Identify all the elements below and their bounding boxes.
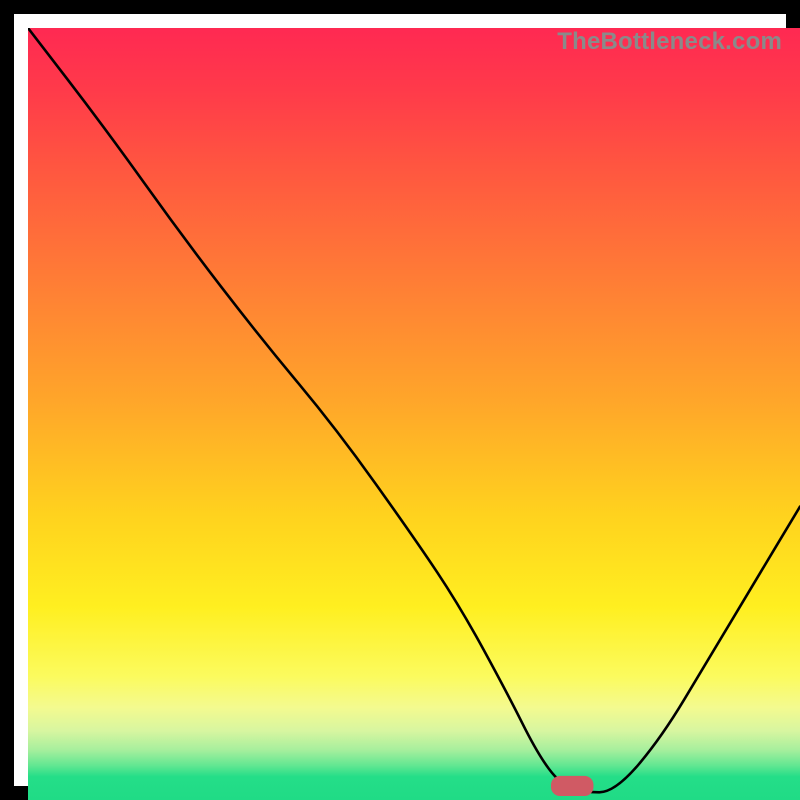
plot-area: TheBottleneck.com [28, 28, 800, 800]
curve-layer [28, 28, 800, 800]
bottleneck-curve [28, 28, 800, 792]
optimal-marker [551, 776, 594, 796]
chart-frame: TheBottleneck.com [0, 0, 800, 800]
watermark-label: TheBottleneck.com [557, 28, 782, 56]
